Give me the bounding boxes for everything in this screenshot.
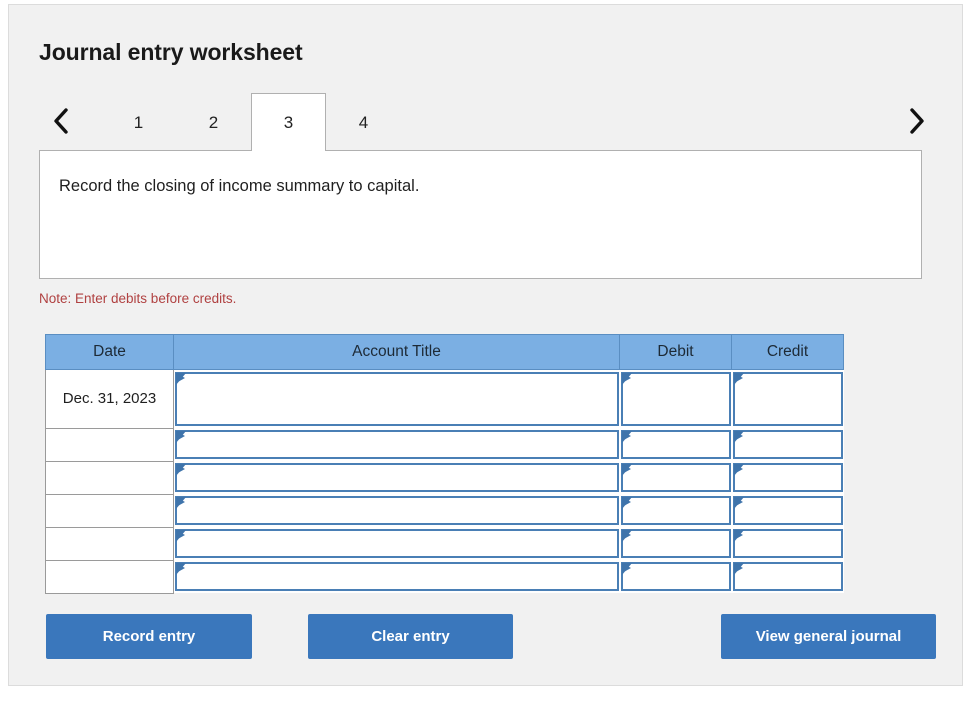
credit-input[interactable] [732, 496, 843, 525]
record-entry-button[interactable]: Record entry [46, 614, 252, 659]
tab-4-label: 4 [358, 112, 369, 132]
account-title-input[interactable] [175, 562, 619, 591]
column-header-account-title: Account Title [173, 334, 620, 370]
table-row: Dec. 31, 2023 [45, 369, 844, 429]
account-title-input-cell[interactable] [173, 428, 620, 461]
column-header-debit: Debit [619, 334, 732, 370]
debit-input-cell[interactable] [619, 461, 732, 494]
account-title-input[interactable] [175, 430, 619, 459]
table-row [45, 526, 844, 561]
table-row [45, 427, 844, 462]
previous-entry-button[interactable] [43, 93, 77, 149]
debits-before-credits-note: Note: Enter debits before credits. [39, 291, 237, 306]
account-title-input[interactable] [175, 529, 619, 558]
debit-input[interactable] [620, 562, 731, 591]
table-row [45, 460, 844, 495]
instruction-panel: Record the closing of income summary to … [39, 150, 922, 279]
account-title-input-cell[interactable] [173, 461, 620, 494]
tab-3-label: 3 [283, 112, 294, 132]
debit-input[interactable] [620, 463, 731, 492]
debit-input[interactable] [620, 430, 731, 459]
column-header-credit: Credit [731, 334, 844, 370]
credit-input-cell[interactable] [731, 461, 844, 494]
credit-input[interactable] [732, 562, 843, 591]
account-title-input-cell[interactable] [173, 369, 620, 428]
next-entry-button[interactable] [900, 93, 934, 149]
credit-input-cell[interactable] [731, 527, 844, 560]
chevron-right-icon [909, 107, 926, 135]
date-cell[interactable] [45, 559, 174, 594]
date-cell[interactable]: Dec. 31, 2023 [45, 369, 174, 429]
credit-input[interactable] [732, 529, 843, 558]
debit-input[interactable] [620, 372, 731, 426]
account-title-input-cell[interactable] [173, 527, 620, 560]
tab-2-label: 2 [208, 112, 219, 132]
chevron-left-icon [52, 107, 69, 135]
date-cell[interactable] [45, 460, 174, 495]
date-cell[interactable] [45, 493, 174, 528]
table-row [45, 493, 844, 528]
worksheet-card: Journal entry worksheet 1 2 3 4 Record t… [8, 4, 963, 686]
account-title-input[interactable] [175, 463, 619, 492]
instruction-text: Record the closing of income summary to … [59, 177, 420, 195]
debit-input-cell[interactable] [619, 428, 732, 461]
view-general-journal-button[interactable]: View general journal [721, 614, 936, 659]
account-title-input-cell[interactable] [173, 560, 620, 593]
clear-entry-button[interactable]: Clear entry [308, 614, 513, 659]
credit-input-cell[interactable] [731, 494, 844, 527]
tab-1-label: 1 [133, 112, 144, 132]
account-title-input[interactable] [175, 496, 619, 525]
tab-2[interactable]: 2 [176, 93, 251, 151]
worksheet-tabstrip: 1 2 3 4 [39, 93, 934, 152]
journal-entry-table: Date Account Title Debit Credit Dec. 31,… [45, 334, 844, 594]
page-title: Journal entry worksheet [39, 39, 303, 65]
credit-input-cell[interactable] [731, 369, 844, 428]
debit-input-cell[interactable] [619, 494, 732, 527]
tab-list: 1 2 3 4 [101, 93, 401, 152]
credit-input[interactable] [732, 463, 843, 492]
column-header-date: Date [45, 334, 174, 370]
debit-input[interactable] [620, 496, 731, 525]
credit-input-cell[interactable] [731, 560, 844, 593]
tab-4[interactable]: 4 [326, 93, 401, 151]
account-title-input[interactable] [175, 372, 619, 426]
date-cell[interactable] [45, 427, 174, 462]
credit-input-cell[interactable] [731, 428, 844, 461]
tab-1[interactable]: 1 [101, 93, 176, 151]
tab-3[interactable]: 3 [251, 93, 326, 152]
debit-input-cell[interactable] [619, 560, 732, 593]
credit-input[interactable] [732, 430, 843, 459]
credit-input[interactable] [732, 372, 843, 426]
date-cell[interactable] [45, 526, 174, 561]
debit-input[interactable] [620, 529, 731, 558]
debit-input-cell[interactable] [619, 369, 732, 428]
debit-input-cell[interactable] [619, 527, 732, 560]
table-header-row: Date Account Title Debit Credit [45, 334, 844, 370]
table-row [45, 559, 844, 594]
account-title-input-cell[interactable] [173, 494, 620, 527]
